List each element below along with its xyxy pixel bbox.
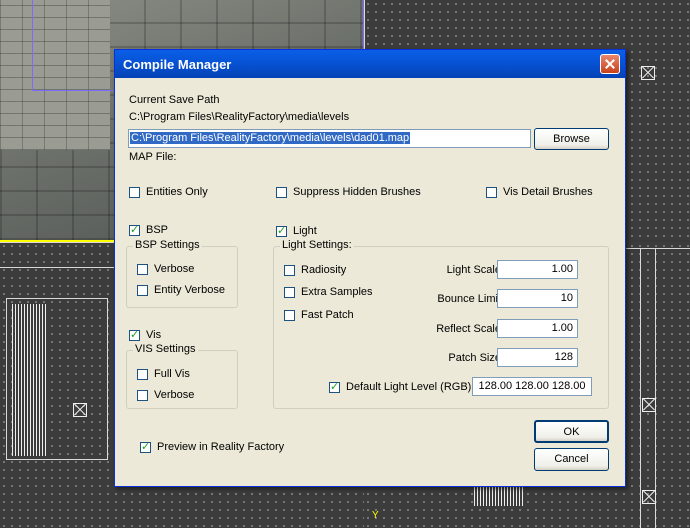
checkbox-box <box>276 186 287 198</box>
dialog-title: Compile Manager <box>123 57 232 72</box>
extra-samples-checkbox[interactable]: Extra Samples <box>284 286 373 298</box>
map-path-text: C:\Program Files\RealityFactory\media\le… <box>130 132 411 144</box>
vis-verbose-checkbox[interactable]: Verbose <box>137 389 194 401</box>
checkbox-box <box>137 389 148 401</box>
patch-size-input[interactable]: 128 <box>497 348 578 367</box>
bsp-verbose-label: Verbose <box>154 263 195 275</box>
brush-stripes <box>474 484 524 506</box>
default-light-level-checkbox[interactable]: Default Light Level (RGB) <box>329 380 472 393</box>
vis-settings-group: VIS Settings Full Vis Verbose <box>126 343 238 409</box>
preview-label: Preview in Reality Factory <box>157 441 285 453</box>
reflect-scale-input[interactable]: 1.00 <box>497 319 578 338</box>
entities-only-label: Entities Only <box>146 186 208 198</box>
vis-detail-brushes-label: Vis Detail Brushes <box>503 186 593 198</box>
default-light-level-label: Default Light Level (RGB) <box>346 381 472 393</box>
entities-only-checkbox[interactable]: Entities Only <box>129 186 208 198</box>
wireframe-line <box>640 248 656 528</box>
full-vis-checkbox[interactable]: Full Vis <box>137 368 190 380</box>
entity-verbose-checkbox[interactable]: Entity Verbose <box>137 284 225 296</box>
suppress-hidden-brushes-label: Suppress Hidden Brushes <box>293 186 421 198</box>
vis-detail-brushes-checkbox[interactable]: Vis Detail Brushes <box>486 186 593 198</box>
bsp-label: BSP <box>146 224 169 236</box>
checkbox-box <box>329 380 340 393</box>
checkbox-box <box>140 440 151 453</box>
checkbox-box <box>137 368 148 380</box>
checkbox-box <box>129 186 140 198</box>
current-save-path-value: C:\Program Files\RealityFactory\media\le… <box>129 111 350 123</box>
radiosity-label: Radiosity <box>301 264 347 276</box>
checkbox-box <box>137 284 148 296</box>
vis-checkbox[interactable]: Vis <box>129 328 162 341</box>
bsp-verbose-checkbox[interactable]: Verbose <box>137 263 194 275</box>
checkbox-box <box>284 286 295 298</box>
entity-marker-icon[interactable] <box>641 66 655 80</box>
browse-button[interactable]: Browse <box>534 128 609 150</box>
light-checkbox[interactable]: Light <box>276 224 317 237</box>
checkbox-box <box>129 223 140 236</box>
checkbox-box <box>129 328 140 341</box>
checkbox-box <box>137 263 148 275</box>
entity-verbose-label: Entity Verbose <box>154 284 225 296</box>
default-light-level-input[interactable]: 128.00 128.00 128.00 <box>472 377 592 396</box>
extra-samples-label: Extra Samples <box>301 286 373 298</box>
checkbox-box <box>486 186 497 198</box>
reflect-scale-label: Reflect Scale <box>436 323 501 335</box>
cancel-button[interactable]: Cancel <box>534 448 609 471</box>
bounce-limit-label: Bounce Limit <box>437 293 501 305</box>
map-file-label: MAP File: <box>129 151 177 163</box>
radiosity-checkbox[interactable]: Radiosity <box>284 264 346 276</box>
patch-size-label: Patch Size <box>448 352 501 364</box>
light-settings-legend: Light Settings: <box>280 239 354 251</box>
vis-verbose-label: Verbose <box>154 389 195 401</box>
compile-manager-dialog: Compile Manager Current Save Path C:\Pro… <box>114 49 626 487</box>
current-save-path-label: Current Save Path <box>129 94 220 106</box>
axis-label: Y <box>372 510 379 521</box>
vis-settings-legend: VIS Settings <box>133 343 198 355</box>
entity-marker-icon[interactable] <box>642 398 656 412</box>
entity-marker-icon[interactable] <box>642 490 656 504</box>
suppress-hidden-brushes-checkbox[interactable]: Suppress Hidden Brushes <box>276 186 421 198</box>
bsp-checkbox[interactable]: BSP <box>129 223 169 236</box>
vis-label: Vis <box>146 329 162 341</box>
bsp-settings-legend: BSP Settings <box>133 239 202 251</box>
fast-patch-label: Fast Patch <box>301 309 354 321</box>
checkbox-box <box>284 264 295 276</box>
close-icon[interactable] <box>600 54 620 74</box>
light-scale-label: Light Scale <box>446 264 501 276</box>
full-vis-label: Full Vis <box>154 368 190 380</box>
fast-patch-checkbox[interactable]: Fast Patch <box>284 309 354 321</box>
checkbox-box <box>276 224 287 237</box>
map-path-input[interactable]: C:\Program Files\RealityFactory\media\le… <box>128 129 531 148</box>
wireframe-line <box>6 298 108 460</box>
title-bar[interactable]: Compile Manager <box>115 50 625 78</box>
light-settings-group: Light Settings: Radiosity Extra Samples … <box>273 239 609 409</box>
light-label: Light <box>293 225 317 237</box>
entity-marker-icon[interactable] <box>73 403 87 417</box>
light-scale-input[interactable]: 1.00 <box>497 260 578 279</box>
preview-checkbox[interactable]: Preview in Reality Factory <box>140 440 285 453</box>
ok-button[interactable]: OK <box>534 420 609 443</box>
bsp-settings-group: BSP Settings Verbose Entity Verbose <box>126 239 238 308</box>
checkbox-box <box>284 309 295 321</box>
bounce-limit-input[interactable]: 10 <box>497 289 578 308</box>
